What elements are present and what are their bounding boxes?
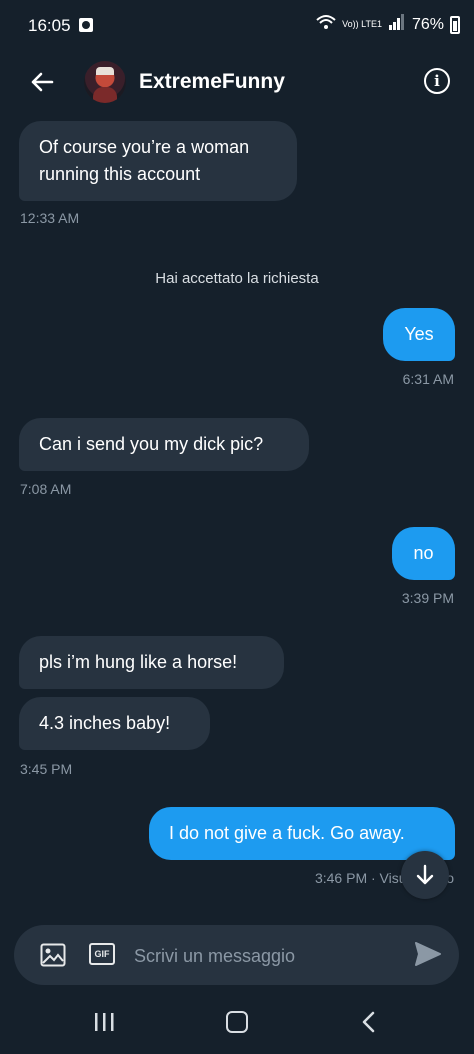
message-timestamp: 3:45 PM (20, 761, 73, 777)
message-bubble-outgoing[interactable]: no (392, 527, 455, 580)
wifi-icon (316, 14, 336, 35)
send-icon[interactable] (415, 942, 441, 971)
signal-icon (388, 14, 406, 35)
avatar[interactable] (84, 61, 126, 103)
notification-app-icon (79, 18, 93, 32)
conversation-header: ExtremeFunny i (0, 52, 474, 116)
nav-back-icon[interactable] (361, 1011, 375, 1038)
conversation-title[interactable]: ExtremeFunny (139, 70, 285, 94)
battery-percent: 76% (411, 15, 444, 33)
request-accepted-note: Hai accettato la richiesta (155, 270, 319, 287)
message-bubble-outgoing[interactable]: I do not give a fuck. Go away. (149, 807, 455, 860)
home-icon[interactable] (226, 1011, 248, 1033)
back-arrow-icon (31, 72, 54, 92)
message-bubble-incoming[interactable]: pls i’m hung like a horse! (19, 636, 284, 689)
system-navigation-bar (0, 995, 474, 1054)
message-timestamp: 12:33 AM (20, 210, 80, 226)
info-button[interactable]: i (424, 68, 450, 94)
back-button[interactable] (24, 64, 60, 100)
message-timestamp: 7:08 AM (20, 481, 72, 497)
status-time: 16:05 (28, 16, 71, 35)
arrow-down-icon (416, 864, 434, 885)
message-timestamp: 3:39 PM (401, 590, 454, 606)
scroll-to-bottom-button[interactable] (401, 851, 449, 899)
message-composer: GIF (14, 925, 459, 987)
message-bubble-incoming[interactable]: 4.3 inches baby! (19, 697, 210, 750)
message-input[interactable] (132, 925, 406, 987)
status-bar: 16:05 Vo)) LTE1 76% (0, 0, 474, 52)
image-icon[interactable] (40, 943, 66, 972)
recent-apps-icon[interactable] (93, 1012, 115, 1032)
battery-icon (450, 15, 460, 34)
message-bubble-incoming[interactable]: Of course you’re a woman running this ac… (19, 121, 297, 201)
message-bubble-incoming[interactable]: Can i send you my dick pic? (19, 418, 309, 471)
status-indicators: Vo)) LTE1 76% (316, 14, 460, 35)
network-label: Vo)) LTE1 (342, 19, 382, 29)
message-timestamp: 6:31 AM (402, 371, 454, 387)
message-bubble-outgoing[interactable]: Yes (383, 308, 455, 361)
gif-icon[interactable]: GIF (89, 943, 115, 965)
info-icon: i (434, 72, 440, 90)
